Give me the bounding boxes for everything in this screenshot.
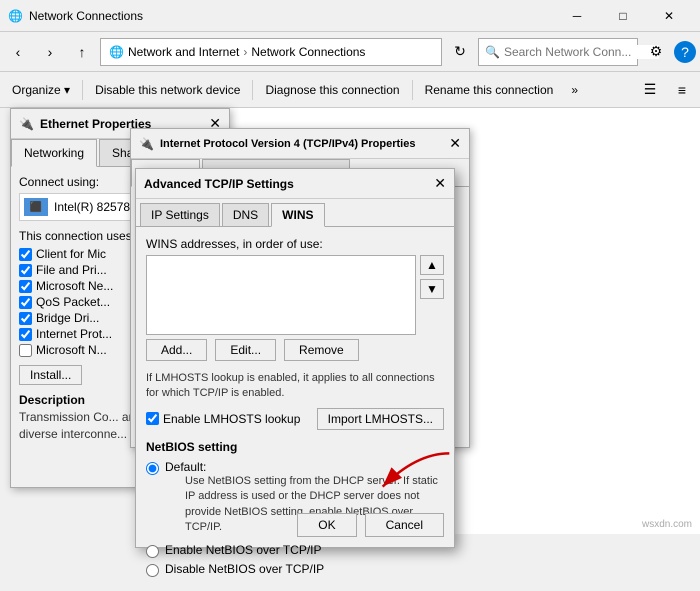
lmhosts-row: Enable LMHOSTS lookup Import LMHOSTS...	[146, 408, 444, 430]
view-details-button[interactable]: ≡	[668, 76, 696, 104]
tab-networking[interactable]: Networking	[11, 139, 97, 167]
address-path[interactable]: 🌐 Network and Internet › Network Connect…	[100, 38, 442, 66]
remove-button[interactable]: Remove	[284, 339, 359, 361]
checkbox-file[interactable]	[19, 264, 32, 277]
lmhosts-checkbox[interactable]	[146, 412, 159, 425]
refresh-button[interactable]: ↻	[446, 38, 474, 66]
ethernet-icon: 🔌	[19, 117, 34, 131]
wins-listbox-area: ▲ ▼	[146, 255, 444, 339]
disable-button[interactable]: Disable this network device	[87, 75, 248, 105]
radio-item-enable: Enable NetBIOS over TCP/IP	[146, 543, 444, 558]
path-separator-1: ›	[243, 45, 247, 59]
add-button[interactable]: Add...	[146, 339, 207, 361]
adapter-name: Intel(R) 82578...	[54, 200, 140, 214]
item-label-bridge: Bridge Dri...	[36, 311, 99, 325]
wins-label: WINS addresses, in order of use:	[146, 237, 444, 251]
item-label-qos: QoS Packet...	[36, 295, 110, 309]
adapter-icon: ⬛	[24, 198, 48, 216]
lmhosts-checkbox-label: Enable LMHOSTS lookup	[146, 412, 300, 426]
close-button[interactable]: ✕	[646, 0, 692, 32]
item-label-file: File and Pri...	[36, 263, 107, 277]
advanced-tcpip-dialog: Advanced TCP/IP Settings ✕ IP Settings D…	[135, 168, 455, 548]
search-icon: 🔍	[485, 45, 500, 59]
toolbar-separator-2	[252, 80, 253, 100]
title-bar-left: 🌐 Network Connections	[8, 9, 143, 23]
item-label-client: Client for Mic	[36, 247, 106, 261]
lmhosts-text: If LMHOSTS lookup is enabled, it applies…	[146, 371, 444, 402]
radio-default-label: Default:	[165, 460, 444, 474]
toolbar-separator-1	[82, 80, 83, 100]
advanced-title-text: Advanced TCP/IP Settings	[144, 177, 294, 191]
path-connections: Network Connections	[251, 45, 365, 59]
advanced-close-button[interactable]: ✕	[434, 175, 446, 192]
item-label-microsoft: Microsoft Ne...	[36, 279, 113, 293]
minimize-button[interactable]: ─	[554, 0, 600, 32]
checkbox-bridge[interactable]	[19, 312, 32, 325]
path-icon: 🌐	[109, 45, 124, 59]
lmhosts-section: If LMHOSTS lookup is enabled, it applies…	[146, 371, 444, 430]
import-lmhosts-button[interactable]: Import LMHOSTS...	[317, 408, 444, 430]
forward-button[interactable]: ›	[36, 38, 64, 66]
edit-button[interactable]: Edit...	[215, 339, 276, 361]
checkbox-internet-prot[interactable]	[19, 328, 32, 341]
address-bar: ‹ › ↑ 🌐 Network and Internet › Network C…	[0, 32, 700, 72]
title-bar-controls: ─ □ ✕	[554, 0, 692, 32]
item-label-internet-prot: Internet Prot...	[36, 327, 112, 341]
advanced-footer: OK Cancel	[297, 513, 444, 537]
toolbar-right: ☰ ≡	[636, 76, 696, 104]
ipv4-close-button[interactable]: ✕	[449, 135, 461, 152]
ipv4-dialog-title: 🔌 Internet Protocol Version 4 (TCP/IPv4)…	[131, 129, 469, 159]
organize-button[interactable]: Organize ▾	[4, 75, 78, 105]
diagnose-button[interactable]: Diagnose this connection	[257, 75, 407, 105]
checkbox-microsoft-n[interactable]	[19, 344, 32, 357]
netbios-section: NetBIOS setting Default: Use NetBIOS set…	[146, 440, 444, 578]
rename-button[interactable]: Rename this connection	[417, 75, 562, 105]
radio-disable[interactable]	[146, 564, 159, 577]
main-area: 🔌 Ethernet Properties ✕ Networking Shari…	[0, 108, 700, 534]
watermark: wsxdn.com	[642, 519, 692, 530]
window-title: Network Connections	[29, 9, 143, 23]
radio-default[interactable]	[146, 462, 159, 475]
more-button[interactable]: »	[563, 75, 586, 105]
wins-down-button[interactable]: ▼	[420, 279, 444, 299]
view-toggle-button[interactable]: ☰	[636, 76, 664, 104]
wins-up-button[interactable]: ▲	[420, 255, 444, 275]
title-bar: 🌐 Network Connections ─ □ ✕	[0, 0, 700, 32]
lmhosts-checkbox-text: Enable LMHOSTS lookup	[163, 412, 300, 426]
tab-wins[interactable]: WINS	[271, 203, 324, 227]
checkbox-qos[interactable]	[19, 296, 32, 309]
up-button[interactable]: ↑	[68, 38, 96, 66]
radio-enable[interactable]	[146, 545, 159, 558]
cancel-button[interactable]: Cancel	[365, 513, 444, 537]
advanced-tabs: IP Settings DNS WINS	[136, 199, 454, 227]
radio-enable-label: Enable NetBIOS over TCP/IP	[165, 543, 322, 557]
toolbar: Organize ▾ Disable this network device D…	[0, 72, 700, 108]
search-box[interactable]: 🔍	[478, 38, 638, 66]
path-network: Network and Internet	[128, 45, 239, 59]
netbios-title: NetBIOS setting	[146, 440, 444, 454]
radio-item-disable: Disable NetBIOS over TCP/IP	[146, 562, 444, 577]
tab-dns[interactable]: DNS	[222, 203, 269, 226]
radio-disable-label: Disable NetBIOS over TCP/IP	[165, 562, 324, 576]
toolbar-separator-3	[412, 80, 413, 100]
wins-listbox[interactable]	[146, 255, 416, 335]
wins-buttons: Add... Edit... Remove	[146, 339, 444, 361]
back-button[interactable]: ‹	[4, 38, 32, 66]
item-label-microsoft-n: Microsoft N...	[36, 343, 107, 357]
checkbox-client[interactable]	[19, 248, 32, 261]
install-button[interactable]: Install...	[19, 365, 82, 385]
advanced-dialog-title: Advanced TCP/IP Settings ✕	[136, 169, 454, 199]
ipv4-title-text: Internet Protocol Version 4 (TCP/IPv4) P…	[160, 138, 416, 150]
wins-side-buttons: ▲ ▼	[420, 255, 444, 339]
maximize-button[interactable]: □	[600, 0, 646, 32]
ipv4-title-left: 🔌 Internet Protocol Version 4 (TCP/IPv4)…	[139, 137, 415, 151]
window-icon: 🌐	[8, 9, 23, 23]
ok-button[interactable]: OK	[297, 513, 356, 537]
ipv4-icon: 🔌	[139, 137, 154, 151]
help-button[interactable]: ?	[674, 41, 696, 63]
settings-button[interactable]: ⚙	[642, 38, 670, 66]
checkbox-microsoft[interactable]	[19, 280, 32, 293]
tab-ip-settings[interactable]: IP Settings	[140, 203, 220, 226]
search-input[interactable]	[504, 45, 659, 59]
